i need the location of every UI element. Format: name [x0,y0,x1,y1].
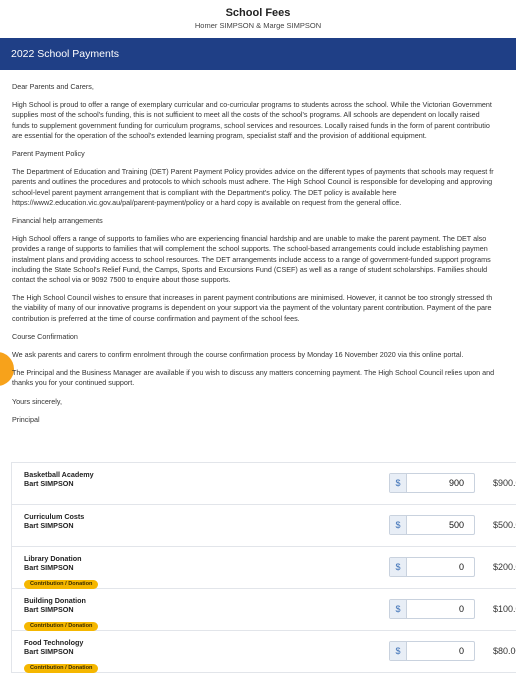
policy-link-line[interactable]: https://www2.education.vic.gov.au/pal/pa… [12,198,516,208]
course-text: We ask parents and carers to confirm enr… [12,350,464,360]
page-title: School Fees [225,7,291,19]
amount-field: $ [389,599,475,619]
payment-item: Curriculum Costs Bart SIMPSON $ $500.00 [11,505,516,547]
help-line: including the State School's Relief Fund… [12,264,488,274]
closing-line: thanks you for your continued support. [12,378,135,388]
amount-field: $ [389,641,475,661]
section-banner: 2022 School Payments [0,38,516,70]
letter-greeting: Dear Parents and Carers, [12,82,94,91]
payment-item: Library Donation Bart SIMPSON Contributi… [11,547,516,589]
amount-input[interactable] [407,558,474,576]
contribution-badge: Contribution / Donation [24,664,99,673]
currency-prefix: $ [390,600,407,618]
item-student: Bart SIMPSON [24,647,74,656]
help-heading: Financial help arrangements [12,216,103,226]
item-info: Food Technology Bart SIMPSON Contributio… [24,638,99,674]
item-name: Food Technology [24,638,84,647]
currency-prefix: $ [390,642,407,660]
contribution-badge: Contribution / Donation [24,622,99,631]
item-total: $80.00 [493,646,516,656]
item-name: Basketball Academy [24,470,94,479]
banner-title: 2022 School Payments [11,48,119,60]
item-name: Library Donation [24,554,82,563]
amount-input[interactable] [407,516,474,534]
letter-intro-line: High School is proud to offer a range of… [12,100,492,110]
item-student: Bart SIMPSON [24,521,74,530]
item-name: Curriculum Costs [24,512,85,521]
amount-field: $ [389,557,475,577]
item-student: Bart SIMPSON [24,563,74,572]
help-line: instalment plans and providing access to… [12,254,491,264]
help-line: High School offers a range of supports t… [12,234,487,244]
letter-signoff: Yours sincerely, [12,396,62,406]
payment-item: Building Donation Bart SIMPSON Contribut… [11,589,516,631]
payment-item: Food Technology Bart SIMPSON Contributio… [11,631,516,673]
payment-items-list: Basketball Academy Bart SIMPSON $ $900.0… [11,462,516,673]
item-name: Building Donation [24,596,86,605]
policy-line: The Department of Education and Training… [12,167,494,177]
item-info: Curriculum Costs Bart SIMPSON [24,512,84,530]
item-total: $500.00 [493,520,516,530]
amount-input[interactable] [407,600,474,618]
council-line: the viability of many of our innovative … [12,303,492,313]
page-subtitle: Homer SIMPSON & Marge SIMPSON [194,21,322,30]
amount-input[interactable] [407,474,474,492]
page-header: School Fees Homer SIMPSON & Marge SIMPSO… [0,0,516,36]
payment-item: Basketball Academy Bart SIMPSON $ $900.0… [11,463,516,505]
item-total: $200.00 [493,562,516,572]
council-line: The High School Council wishes to ensure… [12,293,493,303]
policy-line: parents and outlines the procedures and … [12,177,493,187]
closing-line: The Principal and the Business Manager a… [12,368,495,378]
item-total: $100.00 [493,604,516,614]
item-total: $900.00 [493,478,516,488]
letter-signature: Principal [12,414,40,424]
amount-field: $ [389,473,475,493]
course-heading: Course Confirmation [12,331,78,341]
currency-prefix: $ [390,474,407,492]
currency-prefix: $ [390,558,407,576]
letter-intro-line: funds to supplement government funding f… [12,120,490,130]
item-info: Building Donation Bart SIMPSON Contribut… [24,596,99,632]
amount-input[interactable] [407,642,474,660]
council-line: contribution is preferred at the time of… [12,313,300,323]
amount-field: $ [389,515,475,535]
currency-prefix: $ [390,516,407,534]
policy-heading: Parent Payment Policy [12,149,85,159]
letter-body: Dear Parents and Carers, High School is … [12,82,516,425]
help-line: provides a range of supports to families… [12,244,488,254]
item-info: Library Donation Bart SIMPSON Contributi… [24,554,99,590]
contribution-badge: Contribution / Donation [24,580,99,589]
help-line: contact the school via or 9092 7500 to e… [12,275,231,285]
item-student: Bart SIMPSON [24,605,74,614]
policy-line: school-level parent payment arrangement … [12,187,397,197]
letter-intro-line: are essential for the operation of the s… [12,130,427,140]
item-student: Bart SIMPSON [24,479,74,488]
letter-intro-line: supplies most of the school's funding, t… [12,110,480,120]
item-info: Basketball Academy Bart SIMPSON [24,470,94,488]
